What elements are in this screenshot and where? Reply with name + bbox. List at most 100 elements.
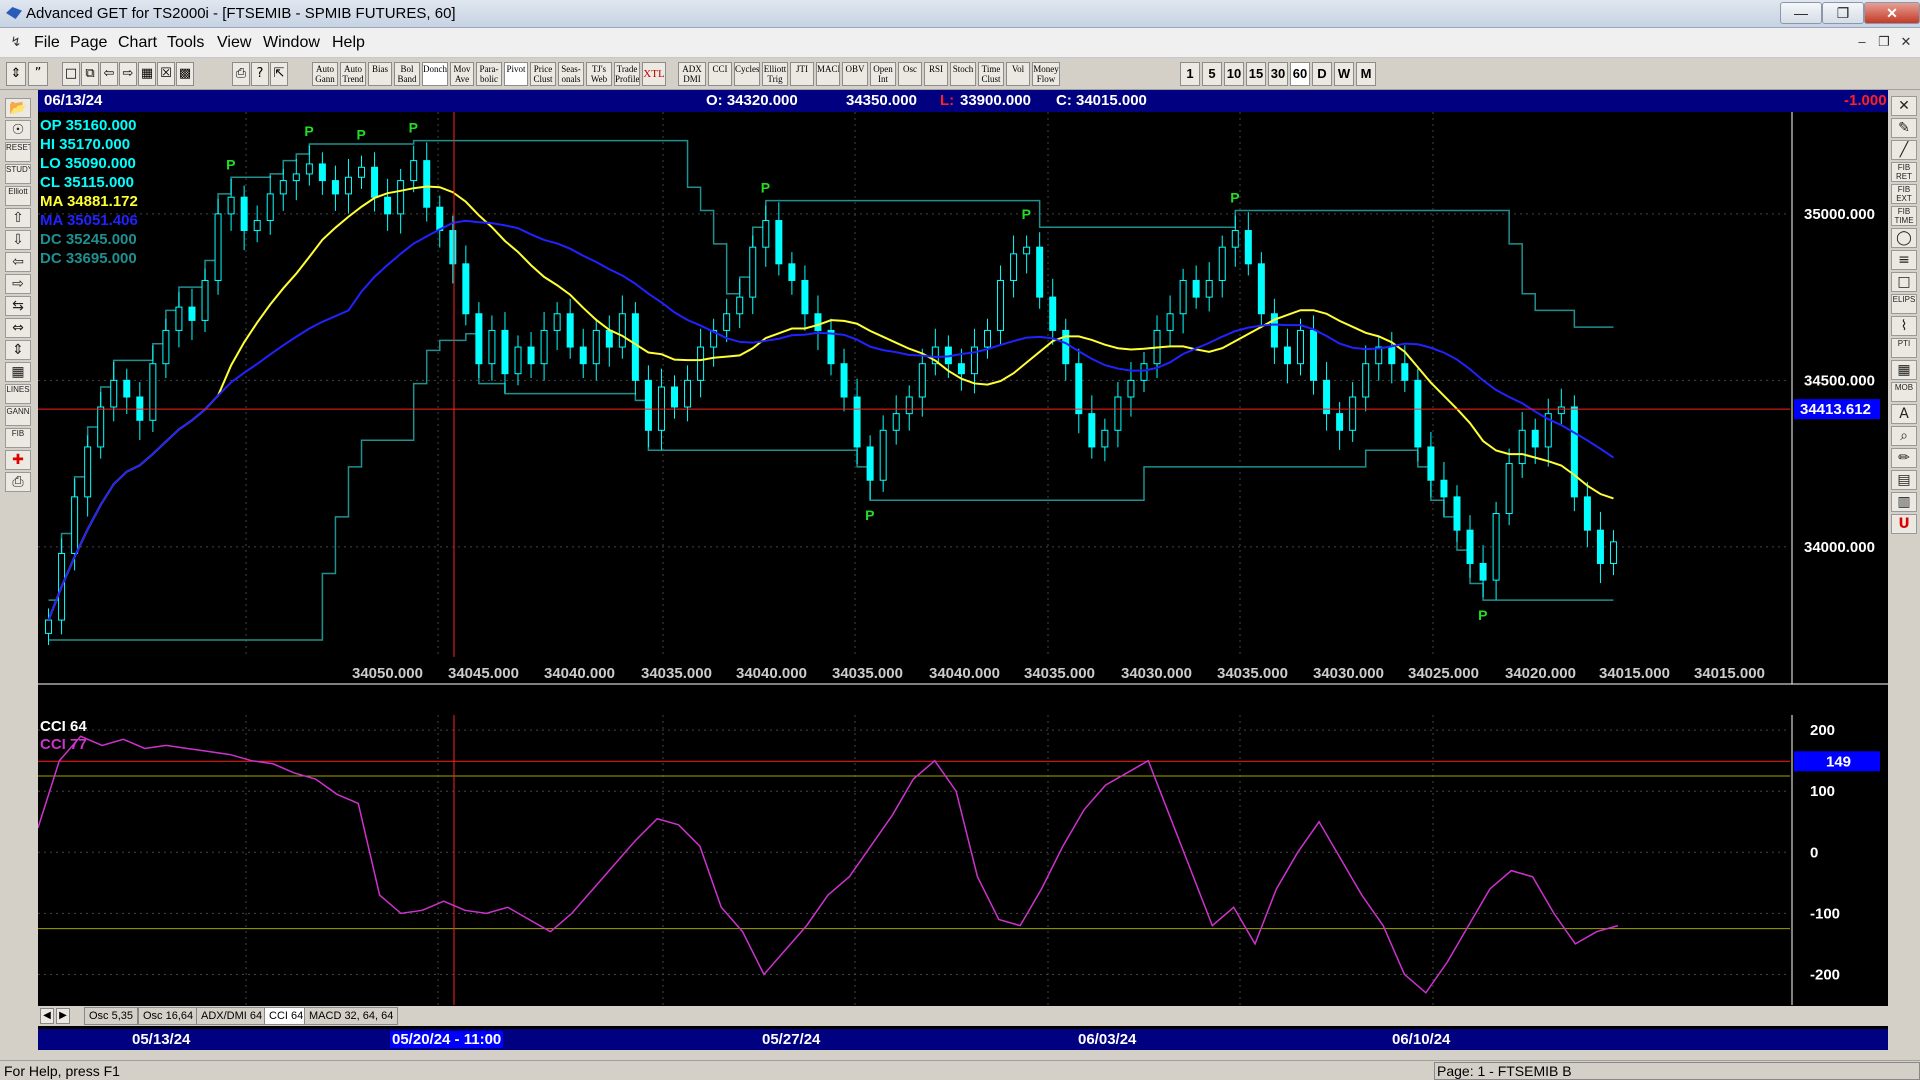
layout-icon[interactable]: ▦ [138,62,156,86]
tjs-web-button[interactable]: TJ's Web [586,62,612,86]
tab-adx-dmi-64[interactable]: ADX/DMI 64 [196,1007,268,1025]
mdi-close-button[interactable]: ✕ [1896,33,1916,53]
menu-help[interactable]: Help [332,34,365,52]
expand-vertical-icon[interactable]: ⇕ [5,340,31,360]
stochastic-button[interactable]: Stoch [950,62,976,86]
obv-button[interactable]: OBV [842,62,868,86]
chart-window[interactable]: 06/13/24 O: 34320.000 34350.000 L: 33900… [38,90,1888,1050]
period-button-5[interactable]: 5 [1202,62,1222,86]
bollinger-band-button[interactable]: Bol Band [394,62,420,86]
tablet-icon[interactable]: ▥ [1891,492,1917,512]
mdi-minimize-button[interactable]: – [1852,33,1872,53]
rsi-button[interactable]: RSI [924,62,948,86]
maximize-button[interactable]: ❐ [1822,2,1864,24]
macd-button[interactable]: MACD [816,62,840,86]
adx-dmi-button[interactable]: ADX DMI [678,62,706,86]
quote-icon[interactable]: ” [28,62,48,86]
tab-scroll-left[interactable]: ◀ [40,1008,54,1024]
lines-icon[interactable]: LINES [5,384,31,404]
period-button-1[interactable]: 1 [1180,62,1200,86]
open-file-icon[interactable]: 📂 [5,98,31,118]
period-button-w[interactable]: W [1334,62,1354,86]
fan-icon[interactable]: ≡ [1891,250,1917,270]
time-cluster-button[interactable]: Time Clust [978,62,1004,86]
grid-icon[interactable]: ▦ [5,362,31,382]
expand-icon[interactable]: ⇔ [5,318,31,338]
tab-osc-16-64[interactable]: Osc 16,64 [138,1007,199,1025]
ruler-icon[interactable]: ╱ [1891,140,1917,160]
fib-ret-icon[interactable]: FIB RET [1891,162,1917,182]
period-button-30[interactable]: 30 [1268,62,1288,86]
period-button-d[interactable]: D [1312,62,1332,86]
pencil-icon[interactable]: ✎ [1891,118,1917,138]
forward-icon[interactable]: ⇨ [119,62,137,86]
pivot-button[interactable]: Pivot [504,62,528,86]
copy-icon[interactable]: ⧉ [81,62,99,86]
back-icon[interactable]: ⇦ [100,62,118,86]
menu-page[interactable]: Page [70,34,107,52]
fib-time-icon[interactable]: FIB TIME [1891,206,1917,226]
auto-trend-button[interactable]: Auto Trend [340,62,366,86]
tab-osc-5-35[interactable]: Osc 5,35 [84,1007,139,1025]
money-flow-button[interactable]: Money Flow [1032,62,1060,86]
period-button-10[interactable]: 10 [1224,62,1244,86]
grid-icon[interactable]: ▩ [176,62,194,86]
auto-gann-button[interactable]: Auto Gann [312,62,338,86]
reset-icon[interactable]: RESET [5,142,31,162]
arrow-left-icon[interactable]: ⇦ [5,252,31,272]
circle-icon[interactable]: ◯ [1891,228,1917,248]
fib-ext-icon[interactable]: FIB EXT [1891,184,1917,204]
oscillator-button[interactable]: Osc [898,62,922,86]
menu-window[interactable]: Window [263,34,320,52]
donchian-button[interactable]: Donch [422,62,448,86]
mdi-restore-button[interactable]: ❐ [1874,33,1894,53]
period-button-m[interactable]: M [1356,62,1376,86]
parabolic-button[interactable]: Para- bolic [476,62,502,86]
cci-button[interactable]: CCI [708,62,732,86]
mob-icon[interactable]: MOB [1891,382,1917,402]
tab-cci-64[interactable]: CCI 64 [264,1007,309,1025]
menu-file[interactable]: File [34,34,60,52]
pti-icon[interactable]: PTI [1891,338,1917,358]
compress-icon[interactable]: ⇆ [5,296,31,316]
moving-average-button[interactable]: Mov Ave [450,62,474,86]
seasonals-button[interactable]: Seas- onals [558,62,584,86]
menu-chart[interactable]: Chart [118,34,157,52]
jti-button[interactable]: JTI [790,62,814,86]
context-help-icon[interactable]: ⇱ [270,62,288,86]
cross-icon[interactable]: ✕ [1891,96,1917,116]
arrow-up-icon[interactable]: ⇧ [5,208,31,228]
close-button[interactable]: ✕ [1864,2,1920,24]
text-icon[interactable]: A [1891,404,1917,424]
grid-icon[interactable]: ▦ [1891,360,1917,380]
zoom-icon[interactable]: ⌕ [1891,426,1917,446]
print-icon[interactable]: ⎙ [5,472,31,492]
bias-button[interactable]: Bias [368,62,392,86]
info-icon[interactable]: ? [251,62,269,86]
cycles-button[interactable]: Cycles [734,62,760,86]
price-chart[interactable]: P P P P P P P P P OP 35160.000 HI 35170.000 LO 3… [38,112,1888,712]
menu-view[interactable]: View [217,34,251,52]
elliott-icon[interactable]: Elliott [5,186,31,206]
new-page-icon[interactable]: □ [62,62,80,86]
zigzag-icon[interactable]: ⌇ [1891,316,1917,336]
gann-icon[interactable]: GANN [5,406,31,426]
elips-icon[interactable]: ELIPS [1891,294,1917,314]
pointer-icon[interactable]: ⇕ [6,62,26,86]
marker-icon[interactable]: ✏ [1891,448,1917,468]
elliott-trigger-button[interactable]: Elliott Trig [762,62,788,86]
volume-button[interactable]: Vol [1006,62,1030,86]
box-icon[interactable]: □ [1891,272,1917,292]
fib-icon[interactable]: FIB [5,428,31,448]
study-icon[interactable]: STUDY [5,164,31,184]
tab-macd-32-64-64[interactable]: MACD 32, 64, 64 [304,1007,399,1025]
tab-scroll-right[interactable]: ▶ [56,1008,70,1024]
trade-profile-button[interactable]: Trade Profile [614,62,640,86]
arrow-down-icon[interactable]: ⇩ [5,230,31,250]
crosshair-icon[interactable]: ✚ [5,450,31,470]
minimize-button[interactable]: — [1780,2,1822,24]
document-icon[interactable]: ↯ [6,33,26,53]
print-icon[interactable]: ⎙ [232,62,250,86]
menu-tools[interactable]: Tools [167,34,204,52]
cci-pane[interactable]: CCI 64 CCI 77 200 100 0 -100 -200 149 [38,715,1888,1005]
